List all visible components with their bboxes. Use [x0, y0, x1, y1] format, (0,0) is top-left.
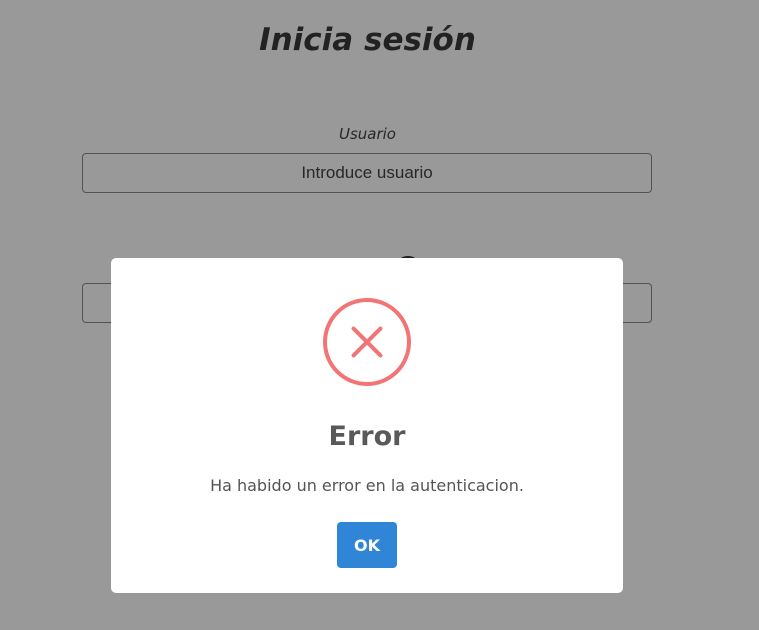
ok-button[interactable]: OK [337, 522, 397, 568]
dialog-message: Ha habido un error en la autenticacion. [210, 476, 524, 495]
error-x-icon [323, 298, 411, 386]
error-dialog: Error Ha habido un error en la autentica… [111, 258, 623, 593]
login-page: Inicia sesión Usuario Error Ha habido un… [0, 0, 759, 630]
dialog-title: Error [328, 421, 406, 452]
